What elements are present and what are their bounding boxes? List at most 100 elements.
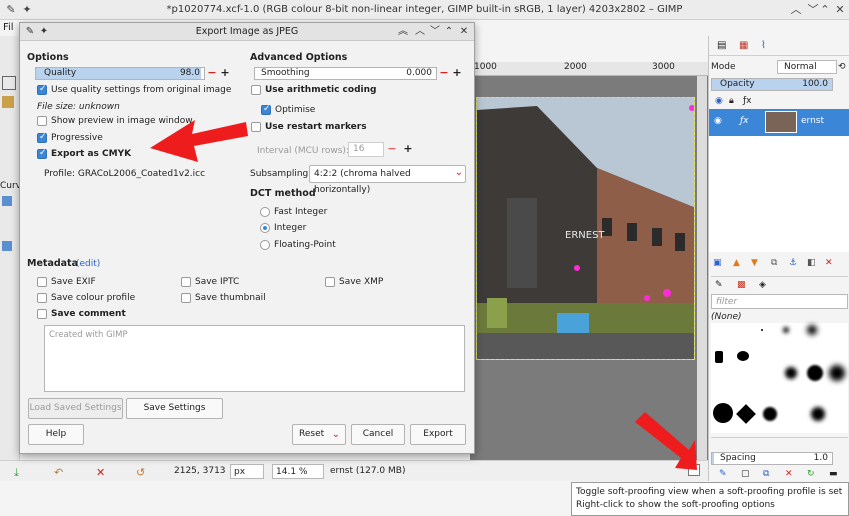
show-preview-checkbox[interactable] xyxy=(37,116,47,126)
shade-up-icon[interactable]: ︽ xyxy=(396,25,410,39)
image-photo[interactable]: ERNEST xyxy=(476,97,695,360)
delete-brush-icon[interactable]: ✕ xyxy=(785,467,793,482)
comment-textarea[interactable]: Created with GIMP xyxy=(44,325,465,392)
opacity-slider[interactable]: Opacity 100.0 xyxy=(711,78,833,91)
metadata-edit-link[interactable]: (edit) xyxy=(76,259,100,269)
restart-markers-checkbox[interactable] xyxy=(251,122,261,132)
brush-item[interactable] xyxy=(763,407,777,421)
crop-tool-icon[interactable] xyxy=(2,76,16,90)
layer-row[interactable]: ◉ ƒx ernst xyxy=(709,109,849,136)
brush-item[interactable] xyxy=(715,351,723,363)
dct-fast-radio[interactable] xyxy=(260,207,270,217)
brush-item[interactable] xyxy=(736,404,756,424)
new-layer-icon[interactable]: ▣ xyxy=(713,256,722,271)
zoom-select[interactable]: 14.1 % xyxy=(272,464,324,479)
checkbox-icon[interactable] xyxy=(2,241,12,251)
reset-button[interactable]: Reset ⌄ xyxy=(292,424,346,445)
reset-icon[interactable]: ↺ xyxy=(136,466,145,479)
paths-tab-icon[interactable]: ⌇ xyxy=(761,40,766,51)
brush-item[interactable] xyxy=(807,325,817,335)
brush-item[interactable] xyxy=(829,365,845,381)
progressive-checkbox[interactable] xyxy=(37,132,47,143)
lower-icon[interactable]: ▼ xyxy=(751,256,758,271)
export-cmyk-checkbox[interactable] xyxy=(37,148,47,159)
brush-item[interactable] xyxy=(761,329,763,331)
brush-grid[interactable] xyxy=(711,323,848,433)
refresh-icon[interactable]: ↻ xyxy=(807,467,815,482)
maximize-icon[interactable]: ⌃ xyxy=(817,2,833,18)
save-xmp-checkbox[interactable] xyxy=(325,277,335,287)
spacing-slider[interactable]: Spacing 1.0 xyxy=(711,452,833,465)
delete-layer-icon[interactable]: ✕ xyxy=(825,256,833,271)
brushes-tab-icon[interactable]: ✎ xyxy=(715,278,723,293)
minimize-icon[interactable]: ﹀ xyxy=(428,25,442,39)
eye-icon[interactable]: ◉ xyxy=(714,116,722,126)
mode-reset-icon[interactable]: ⟲ xyxy=(838,60,846,75)
brush-item[interactable] xyxy=(811,407,825,421)
raise-icon[interactable]: ▲ xyxy=(733,256,740,271)
load-saved-settings-button[interactable]: Load Saved Settings xyxy=(28,398,123,419)
patterns-tab-icon[interactable]: ▩ xyxy=(737,278,746,293)
smoothing-increase-button[interactable]: + xyxy=(451,67,463,80)
save-thumbnail-checkbox[interactable] xyxy=(181,293,191,303)
help-button[interactable]: Help xyxy=(28,424,84,445)
save-exif-label: Save EXIF xyxy=(51,277,96,287)
smoothing-decrease-button[interactable]: − xyxy=(438,67,450,80)
interval-increase-button[interactable]: + xyxy=(402,143,414,156)
layers-tab-icon[interactable]: ▤ xyxy=(717,40,726,51)
eye-icon[interactable]: ◉ xyxy=(715,94,723,109)
brush-menu-icon[interactable]: ▬ xyxy=(829,467,838,482)
cancel-button[interactable]: Cancel xyxy=(351,424,405,445)
duplicate-icon[interactable]: ⧉ xyxy=(771,256,777,271)
brush-item[interactable] xyxy=(785,367,797,379)
save-iptc-checkbox[interactable] xyxy=(181,277,191,287)
save-colour-profile-checkbox[interactable] xyxy=(37,293,47,303)
brush-item[interactable] xyxy=(737,351,749,361)
interval-decrease-button[interactable]: − xyxy=(386,143,398,156)
close-icon[interactable]: ✕ xyxy=(457,25,471,39)
edit-brush-icon[interactable]: ✎ xyxy=(719,467,727,482)
export-button[interactable]: Export xyxy=(410,424,466,445)
fx-icon[interactable]: ƒx xyxy=(740,116,749,126)
close-icon[interactable]: ✕ xyxy=(832,2,848,18)
delete-icon[interactable]: ✕ xyxy=(96,466,105,479)
dct-float-radio[interactable] xyxy=(260,240,270,250)
brush-item[interactable] xyxy=(713,403,733,423)
channels-tab-icon[interactable]: ▦ xyxy=(739,40,748,51)
brush-select[interactable] xyxy=(711,437,848,452)
save-exif-checkbox[interactable] xyxy=(37,277,47,287)
optimise-checkbox[interactable] xyxy=(261,104,271,115)
interval-input[interactable]: 16 xyxy=(348,142,384,157)
mask-icon[interactable]: ◧ xyxy=(807,256,816,271)
save-preset-icon[interactable]: ⤓ xyxy=(14,466,19,480)
mode-select[interactable]: Normal xyxy=(777,60,837,74)
fx-icon[interactable]: ƒx xyxy=(743,94,752,109)
gradients-tab-icon[interactable]: ◈ xyxy=(759,278,766,293)
restore-icon[interactable]: ↶ xyxy=(54,466,63,479)
arithmetic-coding-checkbox[interactable] xyxy=(251,85,261,95)
save-comment-checkbox[interactable] xyxy=(37,309,47,319)
save-settings-button[interactable]: Save Settings xyxy=(126,398,223,419)
brush-filter-input[interactable]: filter xyxy=(711,294,848,309)
checkbox-icon[interactable] xyxy=(2,196,12,206)
quality-slider[interactable]: Quality 98.0 xyxy=(35,67,205,80)
anchor-icon[interactable]: ⚓︎ xyxy=(789,256,797,271)
shade-up-icon[interactable]: ︿ xyxy=(788,2,804,18)
maximize-icon[interactable]: ⌃ xyxy=(442,25,456,39)
tool-icon[interactable] xyxy=(2,96,14,108)
smoothing-slider[interactable]: Smoothing 0.000 xyxy=(254,67,437,80)
vertical-scrollbar[interactable] xyxy=(697,76,707,460)
lock-icon[interactable]: 🔒︎ xyxy=(729,94,734,109)
layer-name[interactable]: ernst xyxy=(801,116,824,126)
new-brush-icon[interactable]: ▢ xyxy=(741,467,750,482)
duplicate-brush-icon[interactable]: ⧉ xyxy=(763,467,769,482)
quality-increase-button[interactable]: + xyxy=(219,67,231,80)
dct-integer-radio[interactable] xyxy=(260,223,270,233)
quality-decrease-button[interactable]: − xyxy=(206,67,218,80)
subsampling-select[interactable]: 4:2:2 (chroma halved horizontally) ⌄ xyxy=(309,165,466,195)
roll-up-icon[interactable]: ︿ xyxy=(413,25,427,39)
use-quality-checkbox[interactable] xyxy=(37,84,47,95)
brush-item[interactable] xyxy=(807,365,823,381)
brush-item[interactable] xyxy=(783,327,789,333)
unit-select[interactable]: px xyxy=(230,464,264,479)
